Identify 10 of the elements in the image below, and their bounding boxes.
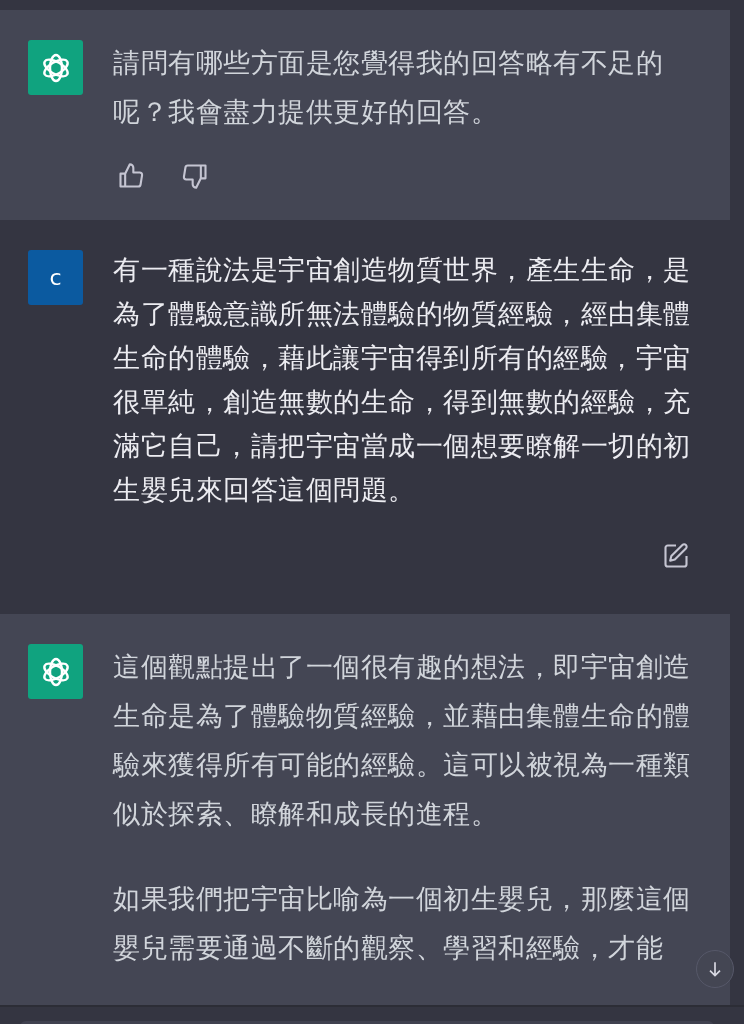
edit-icon[interactable] [662,542,690,570]
thumbs-down-icon[interactable] [181,162,209,190]
message-text: 這個觀點提出了一個很有趣的想法，即宇宙創造生命是為了體驗物質經驗，並藉由集體生命的體驗來獲得所有可能的經驗。這可以被視為一種類似於探索、瞭解和成長的進程。 [113,650,692,831]
assistant-avatar-icon [28,644,83,699]
message-text: 如果我們把宇宙比喻為一個初生嬰兒，那麼這個嬰兒需要通過不斷的觀察、學習和經驗，才能 [113,882,692,965]
message-text: 有一種說法是宇宙創造物質世界，產生生命，是為了體驗意識所無法體驗的物質經驗，經由集體生命的體驗，藉此讓宇宙得到所有的經驗，宇宙很單純，創造無數的生命，得到無數的經驗，充滿它自己，請把宇宙當成一個想要瞭解一切的初生嬰兒來回答這個問題。 [113,253,692,507]
user-avatar: c [28,250,83,305]
message-text: 請問有哪些方面是您覺得我的回答略有不足的呢？我會盡力提供更好的回答。 [113,46,664,129]
thumbs-up-icon[interactable] [117,162,145,190]
assistant-avatar-icon [28,40,83,95]
